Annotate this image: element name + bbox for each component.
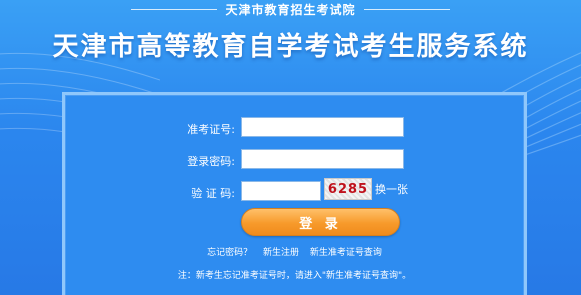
captcha-input[interactable] xyxy=(242,184,320,203)
exam-id-input[interactable] xyxy=(242,120,403,139)
captcha-label: 验 证 码: xyxy=(191,187,235,200)
login-page: { "header": { "subtitle": "天津市教育招生考试院", … xyxy=(0,0,581,295)
subtitle-row: 天津市教育招生考试院 xyxy=(0,0,581,18)
password-field[interactable] xyxy=(241,149,404,171)
exam-id-label: 准考证号: xyxy=(187,123,235,136)
page-title: 天津市高等教育自学考试考生服务系统 xyxy=(52,32,529,62)
links-row: 忘记密码？ 新生注册 新生准考证号查询 xyxy=(65,245,524,258)
note-text: 注：新考生忘记准考证号时，请进入"新生准考证号查询"。 xyxy=(177,271,412,281)
exam-id-field[interactable] xyxy=(241,117,404,139)
login-button[interactable]: 登 录 xyxy=(241,208,400,236)
login-panel: 准考证号: 登录密码: 验 证 码: 6285 换一张 登 录 忘记密码？ 新生… xyxy=(62,92,527,295)
exam-id-query-link[interactable]: 新生准考证号查询 xyxy=(310,248,382,258)
divider xyxy=(363,8,450,10)
password-input[interactable] xyxy=(242,152,403,171)
divider xyxy=(131,8,218,10)
institution-name: 天津市教育招生考试院 xyxy=(225,2,356,17)
forgot-password-link[interactable]: 忘记密码？ xyxy=(207,248,252,258)
password-label: 登录密码: xyxy=(187,155,235,168)
refresh-captcha-link[interactable]: 换一张 xyxy=(375,181,408,197)
captcha-image[interactable]: 6285 xyxy=(324,178,372,200)
new-register-link[interactable]: 新生注册 xyxy=(263,248,299,258)
captcha-field[interactable] xyxy=(241,181,321,203)
